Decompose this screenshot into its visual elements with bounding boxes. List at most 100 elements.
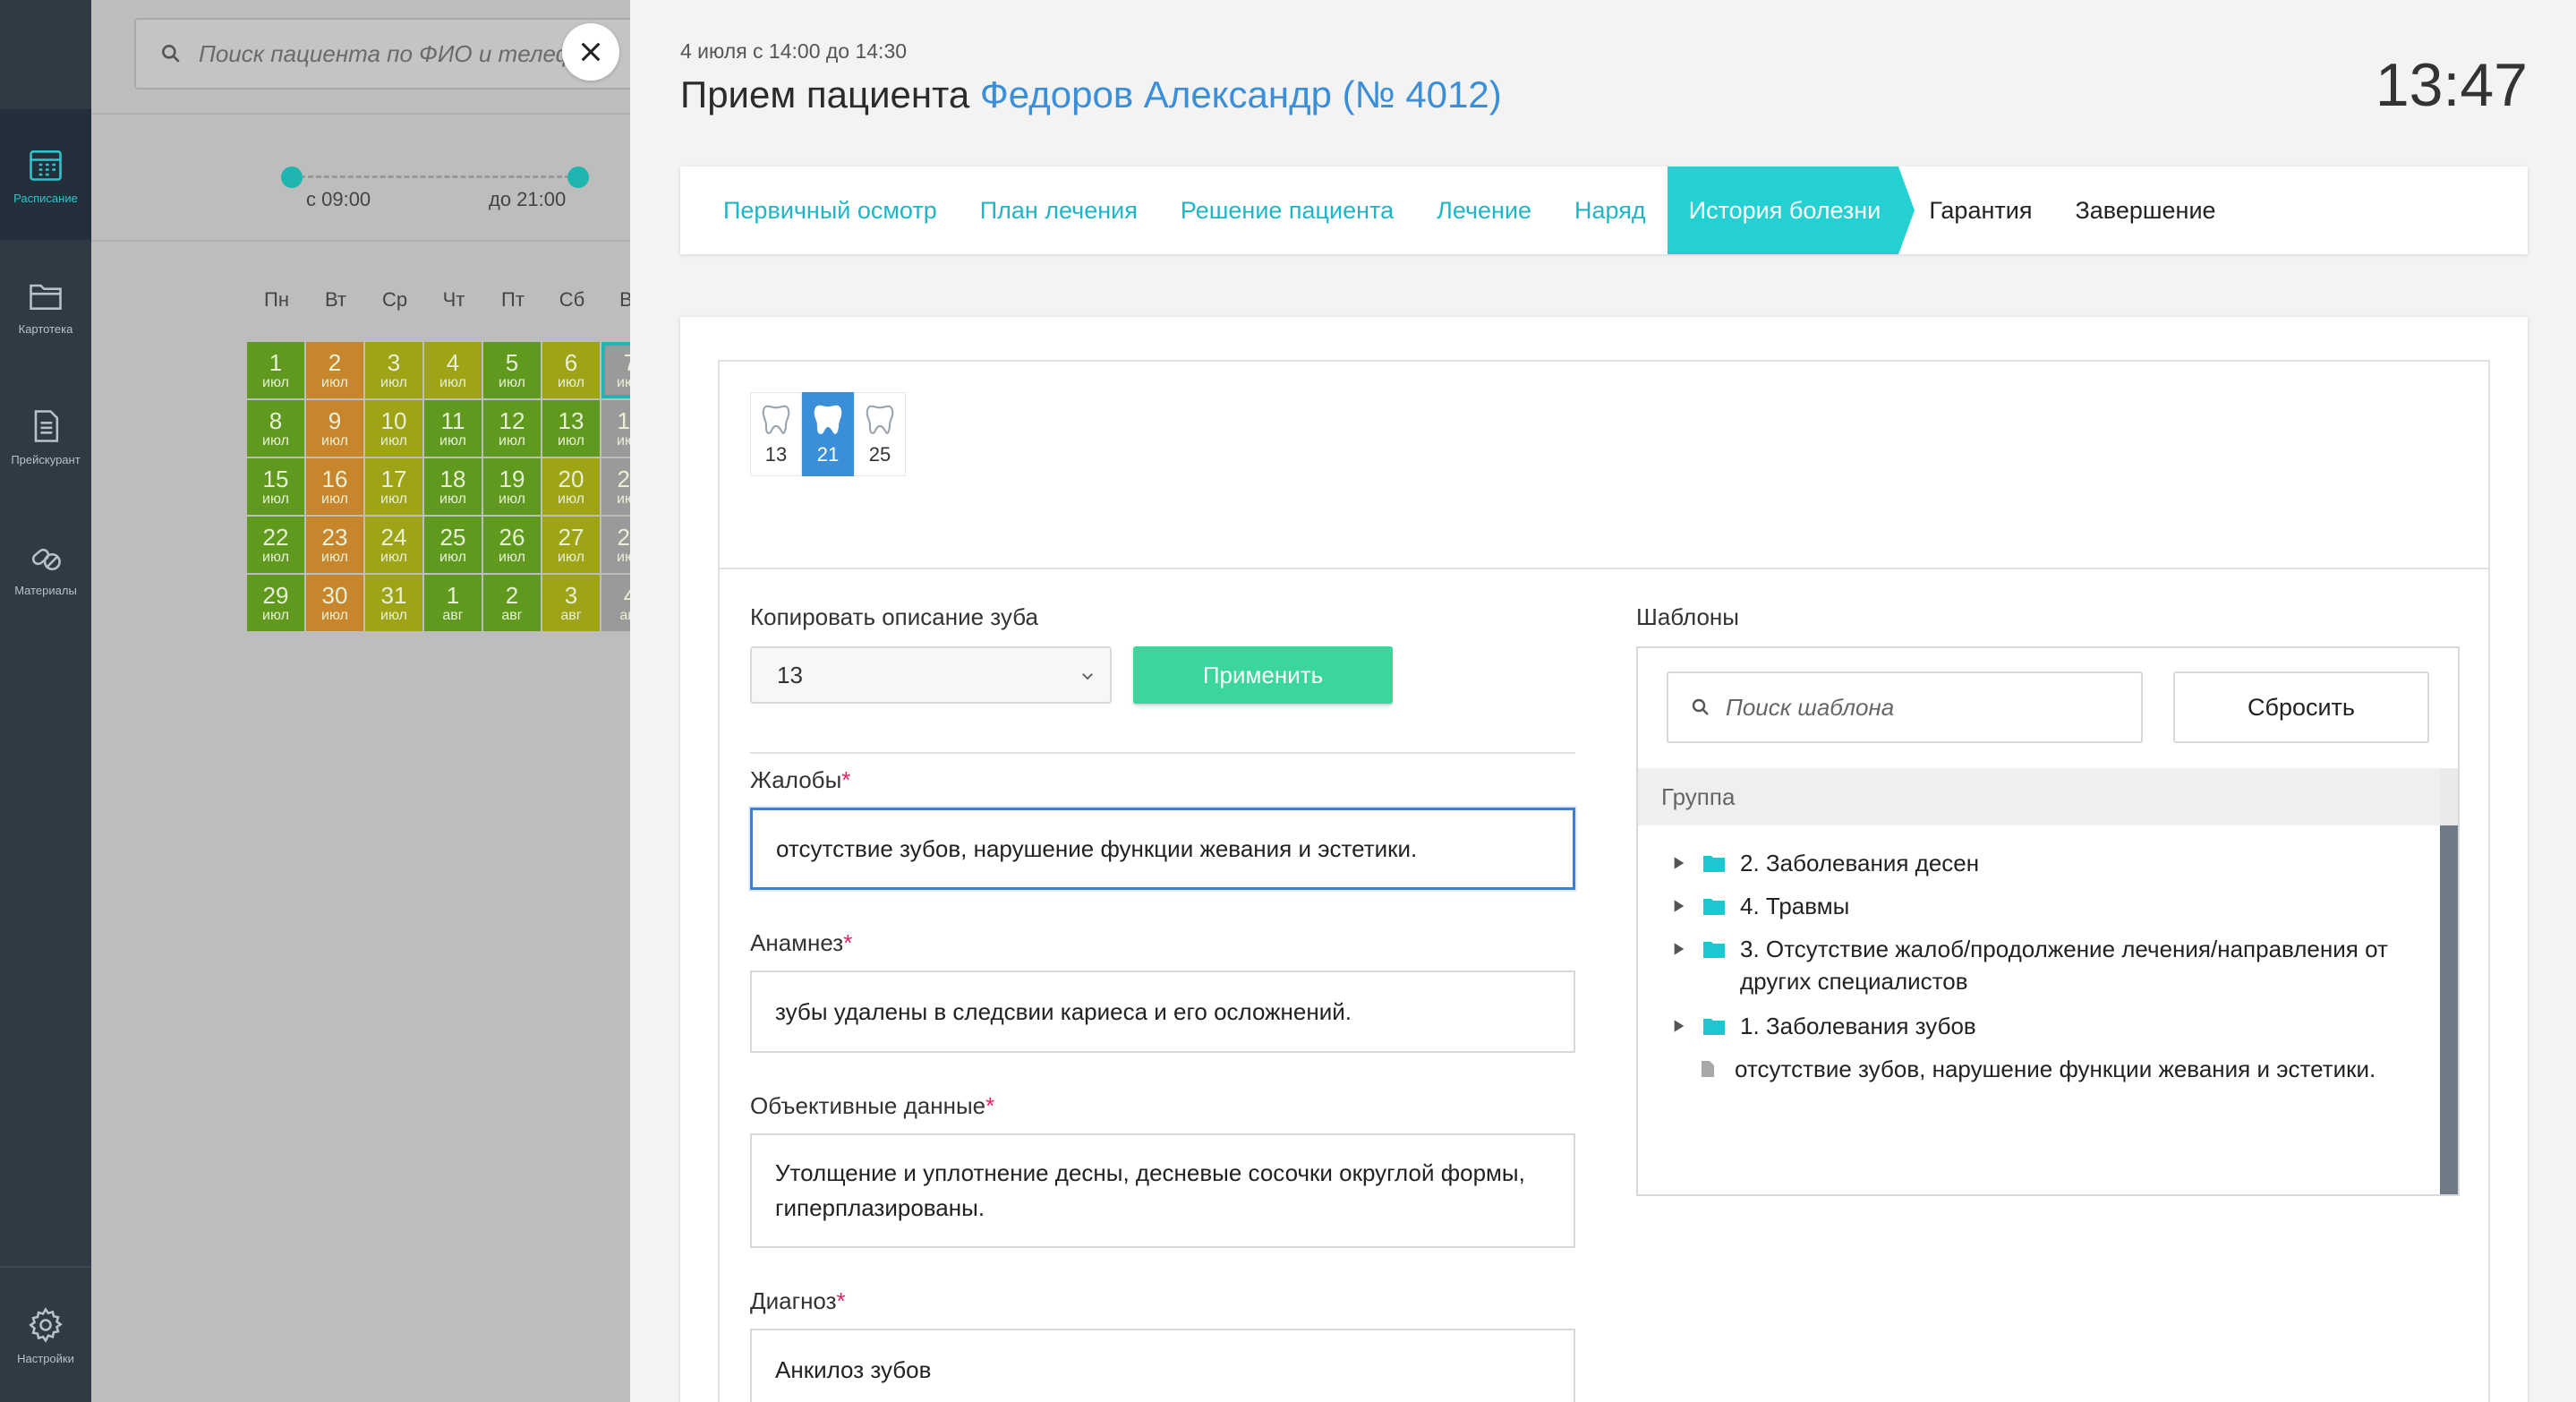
calendar-day-number: 28: [617, 523, 630, 551]
calendar-day[interactable]: 28июл: [601, 517, 630, 573]
calendar-day[interactable]: 20 июл: [542, 458, 600, 515]
tab-treatment[interactable]: Лечение: [1415, 167, 1553, 254]
objective-data-field[interactable]: Утолщение и уплотнение десны, десневые с…: [750, 1133, 1575, 1248]
sidebar-item-schedule[interactable]: Расписание: [0, 109, 91, 240]
tab-completion[interactable]: Завершение: [2053, 167, 2237, 254]
patient-search-input[interactable]: Поиск пациента по ФИО и телефону: [134, 18, 630, 90]
calendar-day[interactable]: 9 июл: [306, 400, 363, 457]
anamnesis-field[interactable]: зубы удалены в следсвии кариеса и его ос…: [750, 970, 1575, 1053]
calendar-day[interactable]: 4авг: [601, 575, 630, 631]
calendar-day[interactable]: 26 июл: [483, 517, 541, 573]
calendar-day-number: 29: [262, 581, 289, 609]
expand-caret-icon[interactable]: [1668, 890, 1690, 922]
calendar-day-number: 26: [499, 523, 525, 551]
calendar-day-month: авг: [560, 607, 582, 623]
calendar-day[interactable]: 1 авг: [424, 575, 482, 631]
calendar-day[interactable]: 22 июл: [247, 517, 304, 573]
weekday-label: Сб: [559, 288, 585, 311]
calendar-day[interactable]: 5 июл: [483, 342, 541, 398]
template-folder-label: 3. Отсутствие жалоб/продолжение лечения/…: [1740, 936, 2388, 995]
calendar-day-number: 24: [380, 523, 407, 551]
calendar-icon: [30, 150, 62, 181]
tab-primary-exam[interactable]: Первичный осмотр: [723, 167, 959, 254]
calendar-day-number: 15: [262, 465, 289, 492]
tab-medical-history[interactable]: История болезни: [1667, 167, 1915, 254]
document-icon: [34, 409, 59, 442]
tab-warranty[interactable]: Гарантия: [1898, 167, 2053, 254]
calendar-day[interactable]: 18 июл: [424, 458, 482, 515]
patient-name-link[interactable]: Федоров Александр (№ 4012): [980, 73, 1502, 115]
reset-button[interactable]: Сбросить: [2173, 671, 2429, 743]
calendar-day[interactable]: 21июл: [601, 458, 630, 515]
calendar-day[interactable]: 3 авг: [542, 575, 600, 631]
template-folder[interactable]: 4. Травмы: [1668, 890, 2438, 922]
template-folder[interactable]: 2. Заболевания десен: [1668, 847, 2438, 879]
tab-work-order[interactable]: Наряд: [1553, 167, 1668, 254]
tab-treatment-plan[interactable]: План лечения: [959, 167, 1159, 254]
template-folder-label: 4. Травмы: [1740, 893, 1850, 919]
apply-button[interactable]: Применить: [1133, 646, 1393, 704]
calendar-day[interactable]: 30 июл: [306, 575, 363, 631]
calendar-day[interactable]: 19 июл: [483, 458, 541, 515]
sidebar-item-settings[interactable]: Настройки: [0, 1268, 91, 1402]
month-calendar: 1июл2июл3июл4июл5июл6июл7июл8июл9июл10ию…: [247, 342, 630, 631]
calendar-day[interactable]: 27 июл: [542, 517, 600, 573]
calendar-day-month: авг: [442, 607, 464, 623]
calendar-day[interactable]: 25 июл: [424, 517, 482, 573]
tab-patient-decision[interactable]: Решение пациента: [1159, 167, 1415, 254]
anamnesis-label: Анамнез*: [750, 929, 852, 957]
calendar-day[interactable]: 2 июл: [306, 342, 363, 398]
calendar-day[interactable]: 13 июл: [542, 400, 600, 457]
calendar-day[interactable]: 11 июл: [424, 400, 482, 457]
required-mark: *: [841, 766, 851, 793]
calendar-day[interactable]: 7июл: [601, 342, 630, 398]
calendar-day[interactable]: 1 июл: [247, 342, 304, 398]
template-search-input[interactable]: Поиск шаблона: [1667, 671, 2143, 743]
tooth-21[interactable]: 21: [802, 392, 854, 476]
calendar-day[interactable]: 8 июл: [247, 400, 304, 457]
calendar-day-month: июл: [499, 432, 525, 449]
calendar-day[interactable]: 24 июл: [365, 517, 422, 573]
template-folder[interactable]: 3. Отсутствие жалоб/продолжение лечения/…: [1668, 933, 2438, 997]
weekday-label: Ср: [381, 288, 408, 311]
calendar-day[interactable]: 14июл: [601, 400, 630, 457]
calendar-day-month: июл: [380, 432, 407, 449]
calendar-day[interactable]: 15 июл: [247, 458, 304, 515]
time-range-end-handle[interactable]: [567, 167, 589, 188]
template-item[interactable]: отсутствие зубов, нарушение функции жева…: [1668, 1053, 2433, 1085]
calendar-day[interactable]: 6 июл: [542, 342, 600, 398]
calendar-day-number: 5: [505, 348, 519, 376]
diagnosis-field[interactable]: Анкилоз зубов: [750, 1329, 1575, 1402]
calendar-day-number: 30: [321, 581, 348, 609]
calendar-day[interactable]: 17 июл: [365, 458, 422, 515]
tooth-25[interactable]: 25: [854, 392, 906, 476]
calendar-day[interactable]: 12 июл: [483, 400, 541, 457]
calendar-day-number: 25: [439, 523, 466, 551]
close-button[interactable]: [562, 23, 619, 81]
calendar-day[interactable]: 16 июл: [306, 458, 363, 515]
calendar-day[interactable]: 3 июл: [365, 342, 422, 398]
sidebar-item-pricelist[interactable]: Прейскурант: [0, 371, 91, 501]
complaints-label-text: Жалобы: [750, 766, 842, 793]
calendar-day-month: июл: [499, 549, 525, 565]
calendar-day[interactable]: 23 июл: [306, 517, 363, 573]
sidebar-item-materials[interactable]: Материалы: [0, 501, 91, 632]
complaints-field[interactable]: отсутствие зубов, нарушение функции жева…: [750, 808, 1575, 890]
calendar-day[interactable]: 10 июл: [365, 400, 422, 457]
weekday-label: Пт: [501, 288, 525, 311]
scrollbar-thumb[interactable]: [2440, 825, 2458, 1194]
expand-caret-icon[interactable]: [1668, 847, 1690, 879]
template-folder[interactable]: 1. Заболевания зубов: [1668, 1010, 2438, 1042]
expand-caret-icon[interactable]: [1668, 933, 1690, 965]
calendar-day[interactable]: 31 июл: [365, 575, 422, 631]
calendar-day[interactable]: 4 июл: [424, 342, 482, 398]
expand-caret-icon[interactable]: [1668, 1010, 1690, 1042]
time-range-start-handle[interactable]: [281, 167, 303, 188]
tooth-13[interactable]: 13: [750, 392, 802, 476]
copy-tooth-select[interactable]: 13: [750, 646, 1112, 704]
copy-description-label: Копировать описание зуба: [750, 603, 1038, 630]
sidebar-item-cards[interactable]: Картотека: [0, 240, 91, 371]
calendar-day[interactable]: 29 июл: [247, 575, 304, 631]
calendar-day-number: 1: [269, 348, 283, 376]
calendar-day[interactable]: 2 авг: [483, 575, 541, 631]
